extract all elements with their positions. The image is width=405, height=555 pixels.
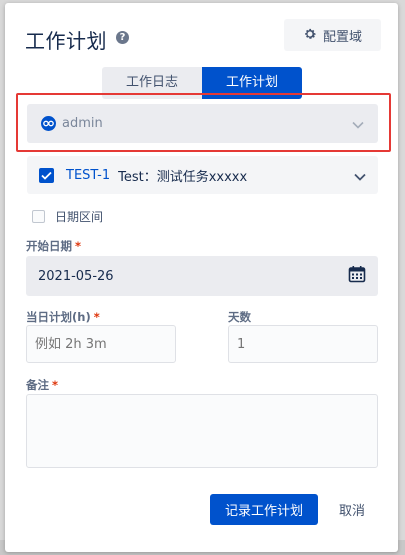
notes-label-text: 备注	[26, 378, 49, 392]
start-date-label: 开始日期 *	[26, 238, 81, 254]
required-mark: *	[93, 310, 100, 324]
required-mark: *	[75, 239, 82, 253]
submit-plan-button[interactable]: 记录工作计划	[210, 494, 318, 525]
daily-plan-label: 当日计划(h) *	[26, 309, 100, 325]
task-key-link[interactable]: TEST-1	[66, 168, 110, 183]
task-row[interactable]: TEST-1 Test：测试任务xxxxx	[27, 156, 378, 194]
days-label: 天数	[228, 310, 251, 324]
cancel-button[interactable]: 取消	[327, 494, 377, 525]
chevron-down-icon[interactable]	[354, 166, 366, 185]
task-summary: Test：测试任务xxxxx	[118, 169, 248, 185]
config-button-label: 配置域	[322, 28, 362, 44]
days-input[interactable]	[228, 325, 378, 363]
date-range-checkbox[interactable]	[32, 210, 45, 223]
chevron-down-icon[interactable]	[352, 114, 364, 133]
required-mark: *	[52, 378, 59, 392]
gear-icon	[303, 27, 317, 44]
daily-plan-label-text: 当日计划(h)	[26, 310, 91, 324]
start-date-label-text: 开始日期	[26, 239, 72, 253]
date-range-toggle[interactable]: 日期区间	[32, 208, 103, 225]
calendar-icon[interactable]	[348, 265, 366, 287]
daily-plan-input[interactable]	[26, 325, 176, 363]
notes-textarea[interactable]	[26, 394, 378, 468]
start-date-input[interactable]: 2021-05-26	[26, 256, 378, 296]
task-checkbox[interactable]	[39, 167, 54, 183]
notes-label: 备注 *	[26, 377, 58, 393]
start-date-value: 2021-05-26	[38, 268, 114, 284]
user-select[interactable]: admin	[27, 104, 378, 143]
user-avatar-icon	[41, 116, 56, 131]
work-plan-dialog: 工作计划 ? 配置域 工作日志 工作计划 admin TEST-1 Test：测…	[5, 3, 398, 552]
dialog-title: 工作计划	[25, 29, 107, 53]
date-range-label: 日期区间	[55, 210, 104, 224]
config-fields-button[interactable]: 配置域	[284, 19, 381, 51]
user-select-value: admin	[62, 116, 103, 131]
question-circle-icon[interactable]: ?	[116, 31, 129, 44]
